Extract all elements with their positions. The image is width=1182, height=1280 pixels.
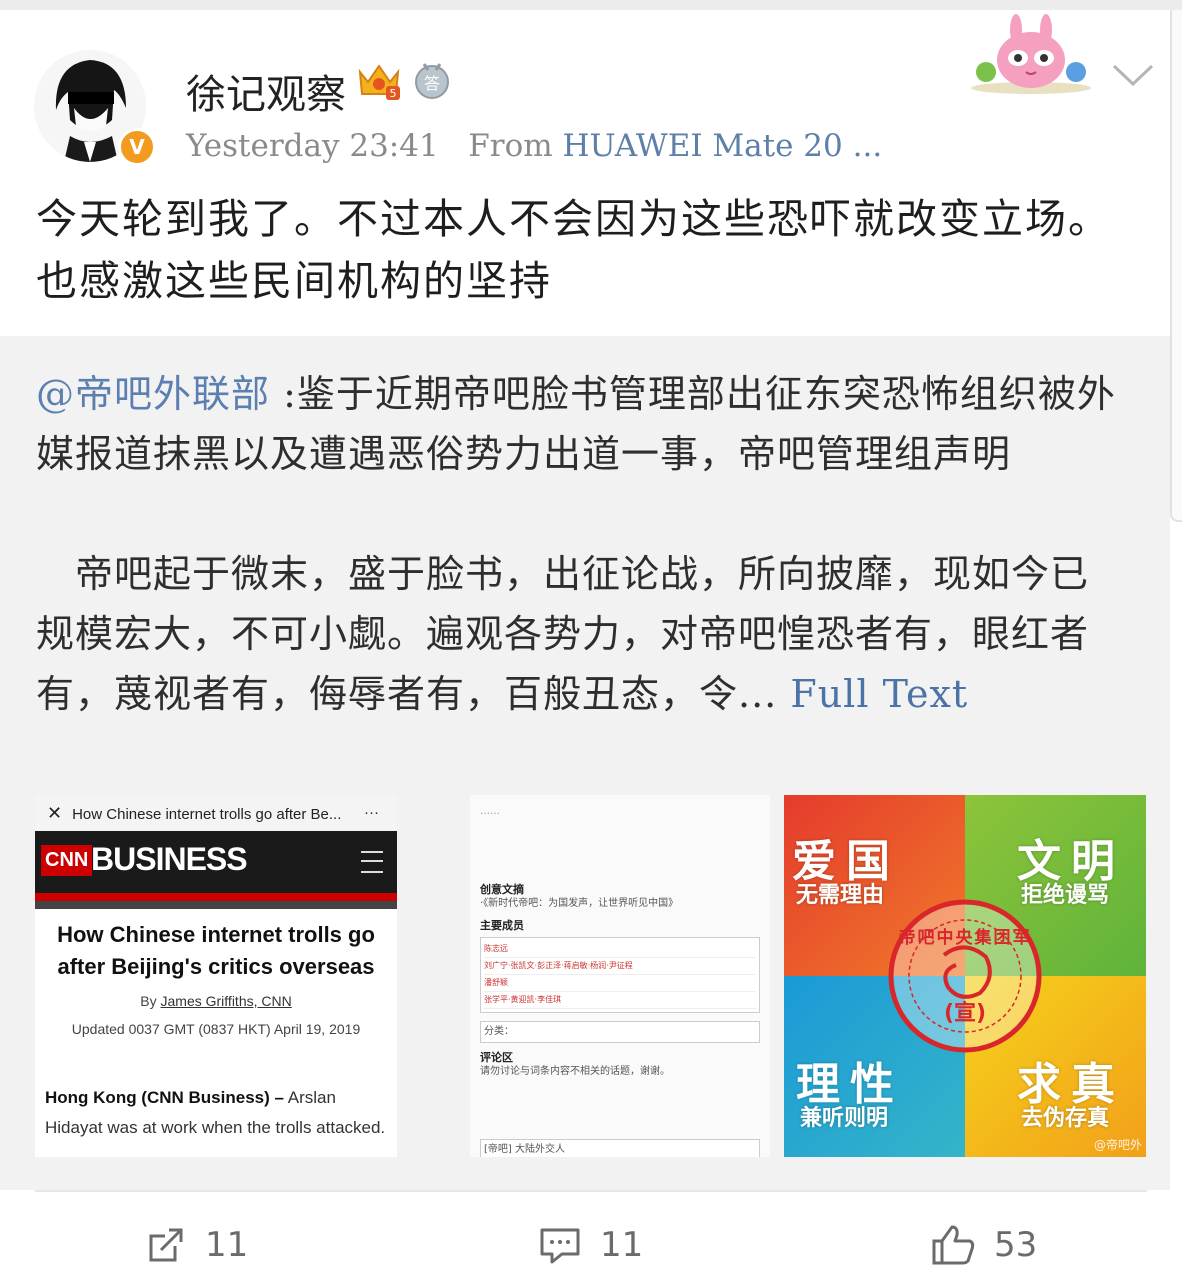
- repost-icon: [149, 1228, 183, 1262]
- verified-badge: V: [118, 128, 156, 166]
- repost-count: 11: [205, 1225, 249, 1265]
- menu-icon: [361, 851, 383, 873]
- cnn-lede: Hong Kong (CNN Business) – Arslan Hidaya…: [35, 1037, 397, 1143]
- cnn-updated: Updated 0037 GMT (0837 HKT) April 19, 20…: [71, 1021, 361, 1037]
- repost-body: @帝吧外联部 :鉴于近期帝吧脸书管理部出征东突恐怖组织被外媒报道抹黑以及遭遇恶俗…: [36, 364, 1126, 724]
- close-icon: ✕: [47, 803, 63, 823]
- seal-center: (宣): [943, 1001, 987, 1026]
- wiki-footer: [帝吧] 大陆外交人: [480, 1139, 760, 1157]
- browser-title: How Chinese internet trolls go after Be.…: [72, 806, 342, 823]
- comment-icon: [540, 1228, 580, 1264]
- like-count: 53: [994, 1225, 1038, 1265]
- byline-author: James Griffiths, CNN: [160, 993, 292, 1009]
- poster-q1-sub: 无需理由: [796, 883, 885, 908]
- seal-stamp: [888, 899, 1042, 1053]
- cnn-logo: CNN: [41, 845, 93, 876]
- wiki-members-table: 陈志远 刘广宁·张凯文·彭正泽·蒋启敏·杨润·尹征程 潘舒颖 张学平·黄迎凯·李…: [480, 937, 760, 1013]
- wiki-section-2: 主要成员: [480, 919, 524, 932]
- svg-text:答: 答: [424, 74, 440, 93]
- table-row: 陈志远: [484, 941, 756, 958]
- table-row: 刘广宁·张凯文·彭正泽·蒋启敏·杨润·尹征程: [484, 958, 756, 975]
- source-prefix: From: [468, 128, 553, 164]
- post-time: Yesterday 23:41: [186, 128, 439, 164]
- crown-badge-icon[interactable]: 5: [356, 58, 402, 104]
- cnn-hero-strip: [35, 901, 397, 909]
- chevron-down-icon[interactable]: [1110, 58, 1156, 94]
- cnn-headline: How Chinese internet trolls go after Bei…: [57, 922, 375, 979]
- wiki-category: 分类：: [480, 1021, 760, 1043]
- wiki-section-3: 评论区: [480, 1051, 513, 1064]
- comment-button[interactable]: 11: [538, 1220, 643, 1270]
- comment-count: 11: [600, 1225, 644, 1265]
- scrollbar[interactable]: [1170, 10, 1182, 522]
- post-meta: Yesterday 23:41 From HUAWEI Mate 20 ...: [186, 128, 882, 164]
- image-thumbnail-poster[interactable]: 爱国 无需理由 文明 拒绝谩骂 理性 兼听则明 求真 去伪存真 帝吧中央集团军 …: [784, 795, 1146, 1157]
- byline-prefix: By: [140, 993, 157, 1009]
- poster-q4-sub: 去伪存真: [1021, 1106, 1110, 1131]
- thumbs-up-icon: [932, 1225, 975, 1265]
- cnn-header: CNN BUSINESS: [35, 831, 397, 893]
- answer-badge-icon[interactable]: 答: [412, 60, 452, 100]
- username[interactable]: 徐记观察: [186, 62, 346, 120]
- table-row: 张学平·黄迎凯·李佳琪: [484, 992, 756, 1009]
- repost-button[interactable]: 11: [145, 1220, 248, 1270]
- cnn-byline: By James Griffiths, CNN: [35, 993, 397, 1009]
- more-icon: ···: [364, 804, 379, 821]
- cnn-section: BUSINESS: [91, 841, 248, 877]
- cnn-stripe: [35, 893, 397, 901]
- like-button[interactable]: 53: [930, 1220, 1037, 1270]
- table-row: 潘舒颖: [484, 975, 756, 992]
- seal-label: 帝吧中央集团军: [898, 928, 1032, 948]
- lede-dateline: Hong Kong (CNN Business) –: [45, 1088, 284, 1107]
- wiki-item-1: ·《新时代帝吧：为国发声，让世界听见中国》: [480, 898, 679, 909]
- poster-q3-sub: 兼听则明: [800, 1106, 889, 1131]
- watermark: @帝吧外: [1093, 1138, 1142, 1152]
- image-thumbnail-wiki[interactable]: …… 创意文摘 ·《新时代帝吧：为国发声，让世界听见中国》 主要成员 陈志远 刘…: [470, 795, 770, 1157]
- mention-link[interactable]: @帝吧外联部: [36, 372, 270, 416]
- wiki-comment-note: 请勿讨论与词条内容不相关的话题，谢谢。: [480, 1066, 670, 1077]
- status-strip: [0, 0, 1182, 10]
- post-body: 今天轮到我了。不过本人不会因为这些恐吓就改变立场。也感激这些民间机构的坚持: [36, 195, 1111, 305]
- browser-topbar: ✕ How Chinese internet trolls go after Be…: [35, 795, 397, 831]
- repost-paragraph: 帝吧起于微末，盛于脸书，出征论战，所向披靡，现如今已规模宏大，不可小觑。遍观各势…: [36, 544, 1126, 724]
- svg-text:5: 5: [390, 87, 397, 100]
- sticker-decoration: [968, 14, 1094, 94]
- wiki-section-1: 创意文摘: [480, 883, 524, 896]
- full-text-link[interactable]: Full Text: [790, 672, 968, 716]
- device-link[interactable]: HUAWEI Mate 20 ...: [563, 128, 883, 164]
- image-thumbnail-cnn[interactable]: ✕ How Chinese internet trolls go after Be…: [35, 795, 397, 1157]
- divider: [35, 1190, 1147, 1192]
- wiki-intro: ……: [480, 806, 500, 817]
- wiki-content: …… 创意文摘 ·《新时代帝吧：为国发声，让世界听见中国》 主要成员 陈志远 刘…: [470, 795, 770, 1157]
